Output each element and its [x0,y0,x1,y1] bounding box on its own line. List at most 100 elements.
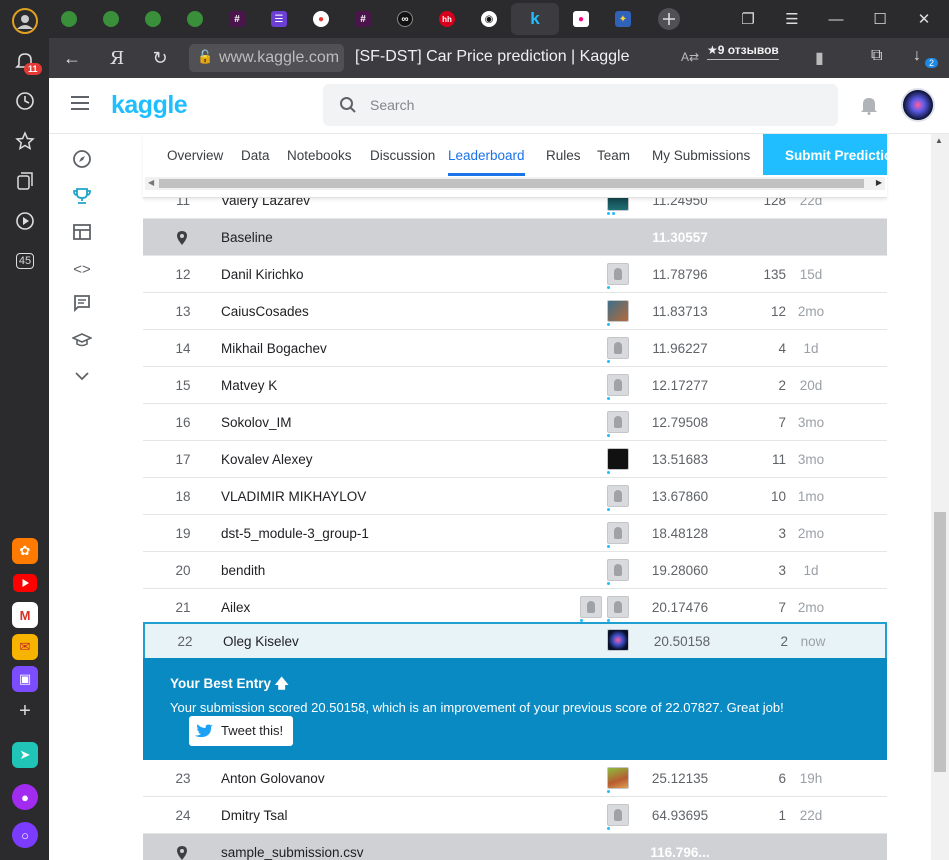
team-member-avatar[interactable] [607,767,629,789]
maximize-button[interactable]: ☐ [865,4,895,34]
team-member-avatar[interactable] [607,300,629,322]
bookmark-icon[interactable]: ▮ [815,48,824,68]
alice-bag-icon[interactable]: ● [12,784,38,810]
team-member-avatar[interactable] [607,596,629,618]
team-member-avatar[interactable] [607,629,629,651]
youtube-icon[interactable] [12,570,38,596]
tweet-button[interactable]: Tweet this! [189,716,293,746]
my-team-row[interactable]: 22 Oleg Kiselev 20.50158 2 now [143,622,887,660]
team-member-avatar[interactable] [607,337,629,359]
scroll-left-icon[interactable]: ◀ [148,178,154,187]
table-row[interactable]: 16 Sokolov_IM 12.79508 7 3mo [143,404,887,441]
browser-tab[interactable] [175,3,215,35]
table-row[interactable]: 23 Anton Golovanov 25.12135 6 19h [143,760,887,797]
minimize-button[interactable]: — [821,4,851,34]
browser-tab[interactable] [133,3,173,35]
team-name[interactable]: bendith [221,563,265,578]
collections-icon[interactable] [10,166,40,196]
team-name[interactable]: Oleg Kiselev [223,634,299,649]
table-icon[interactable] [71,221,93,243]
browser-tab[interactable] [49,3,89,35]
send-app-icon[interactable]: ➤ [12,742,38,768]
team-name[interactable]: Kovalev Alexey [221,452,313,467]
gmail-icon[interactable]: M [12,602,38,628]
tab-notebooks[interactable]: Notebooks [287,148,352,176]
team-member-avatar[interactable] [607,804,629,826]
code-icon[interactable]: <> [71,258,93,280]
downloads-icon[interactable]: ↓ [913,47,921,65]
table-row[interactable]: 17 Kovalev Alexey 13.51683 11 3mo [143,441,887,478]
scrollbar-thumb[interactable] [159,179,864,188]
history-icon[interactable] [10,86,40,116]
table-row[interactable]: 18 VLADIMIR MIKHAYLOV 13.67860 10 1mo [143,478,887,515]
courses-icon[interactable] [71,329,93,351]
team-name[interactable]: Mikhail Bogachev [221,341,327,356]
video-icon[interactable] [10,206,40,236]
mail-icon[interactable]: ✉ [12,634,38,660]
browser-tab[interactable] [91,3,131,35]
browser-tab[interactable]: ∞ [385,3,425,35]
team-name[interactable]: CaiusCosades [221,304,309,319]
tabs-count-icon[interactable]: 45 [10,246,40,276]
table-row[interactable]: 19 dst-5_module-3_group-1 18.48128 3 2mo [143,515,887,552]
close-window-button[interactable]: ✕ [909,4,939,34]
table-row[interactable]: 20 bendith 19.28060 3 1d [143,552,887,589]
yandex-home-icon[interactable]: Я [102,43,132,73]
hamburger-menu-icon[interactable] [71,96,89,110]
table-row[interactable]: 24 Dmitry Tsal 64.93695 1 22d [143,797,887,834]
browser-tab-active[interactable]: k [511,3,559,35]
tabs-horizontal-scrollbar[interactable]: ◀ ▶ [145,177,885,190]
compass-icon[interactable] [71,148,93,170]
tab-rules[interactable]: Rules [546,148,581,176]
browser-tab[interactable]: ● [301,3,341,35]
browser-tab[interactable]: # [217,3,257,35]
team-name[interactable]: Danil Kirichko [221,267,304,282]
tab-my-submissions[interactable]: My Submissions [652,148,750,176]
tabs-menu-icon[interactable]: ❐ [733,4,763,34]
chevron-down-icon[interactable] [71,365,93,387]
discussion-icon[interactable] [71,292,93,314]
back-button[interactable]: ← [57,43,87,73]
team-name[interactable]: Dmitry Tsal [221,808,288,823]
url-field[interactable]: 🔓 www.kaggle.com [189,44,344,72]
team-member-avatar[interactable] [607,448,629,470]
trophy-icon[interactable] [71,185,93,207]
team-name[interactable]: Sokolov_IM [221,415,292,430]
scroll-right-icon[interactable]: ▶ [876,178,882,187]
table-row[interactable]: 13 CaiusCosades 11.83713 12 2mo [143,293,887,330]
tab-leaderboard[interactable]: Leaderboard [448,148,525,176]
browser-tab[interactable]: # [343,3,383,35]
table-row[interactable]: 12 Danil Kirichko 11.78796 135 15d [143,256,887,293]
notifications-icon[interactable]: 11 [10,46,42,76]
table-row[interactable]: 15 Matvey K 12.17277 2 20d [143,367,887,404]
team-name[interactable]: Matvey K [221,378,277,393]
new-tab-button[interactable] [649,3,689,35]
bookmarks-star-icon[interactable] [10,126,40,156]
team-member-avatar[interactable] [607,485,629,507]
team-member-avatar[interactable] [607,411,629,433]
messenger-icon[interactable]: ▣ [12,666,38,692]
team-member-avatar[interactable] [607,263,629,285]
browser-tab[interactable]: ◉ [469,3,509,35]
browser-menu-icon[interactable]: ☰ [777,4,807,34]
alice-assistant-icon[interactable]: ○ [12,822,38,848]
page-vertical-scrollbar[interactable]: ▲ [931,134,949,860]
team-name[interactable]: Anton Golovanov [221,771,325,786]
reviews-link[interactable]: ★9 отзывов [707,43,779,60]
browser-tab[interactable]: ✦ [603,3,643,35]
team-name[interactable]: Ailex [221,600,250,615]
team-member-avatar[interactable] [607,374,629,396]
profile-icon[interactable] [10,6,40,36]
table-row[interactable]: 21 Ailex 20.17476 7 2mo [143,589,887,626]
reload-button[interactable]: ↻ [145,43,175,73]
team-name[interactable]: dst-5_module-3_group-1 [221,526,369,541]
avatar[interactable] [901,88,935,122]
tab-team[interactable]: Team [597,148,630,176]
tab-data[interactable]: Data [241,148,270,176]
browser-tab[interactable]: hh [427,3,467,35]
team-member-avatar[interactable] [580,596,602,618]
browser-tab[interactable]: ● [561,3,601,35]
team-member-avatar[interactable] [607,559,629,581]
submit-predictions-button[interactable]: Submit Predictions [763,134,887,175]
team-member-avatar[interactable] [607,522,629,544]
